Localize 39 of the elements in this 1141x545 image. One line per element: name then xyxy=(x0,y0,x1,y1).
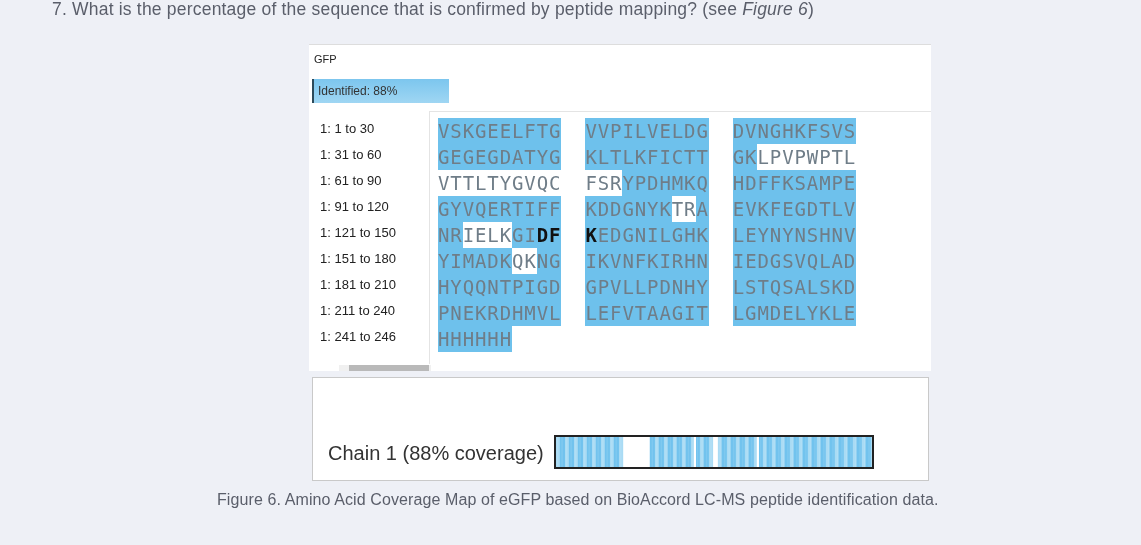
sequence-text: LSTQSALSKD xyxy=(732,274,857,300)
sequence-text: GPVLLPDNHY xyxy=(585,274,709,300)
sequence-text: NRIELKGI DF xyxy=(438,222,562,248)
sequence-text: PNEKRDHMVL xyxy=(438,300,562,326)
range-label: 1: 121 to 150 xyxy=(320,224,397,242)
range-label: 1: 61 to 90 xyxy=(320,172,383,190)
range-label: 1: 181 to 210 xyxy=(320,276,397,294)
figure-caption: Figure 6. Amino Acid Coverage Map of eGFP based on BioAccord LC-MS peptide identification data. xyxy=(217,491,940,509)
protein-name: GFP xyxy=(313,52,338,67)
sequence-text: LEFVTAAGIT xyxy=(585,300,709,326)
range-label: 1: 91 to 120 xyxy=(320,198,390,216)
range-label: 1: 1 to 30 xyxy=(320,120,376,138)
sequence-text: IEDGSVQLAD xyxy=(732,248,857,274)
sequence-text: LEYNYNSHNV xyxy=(732,222,857,248)
sequence-text: DVNGHKFSVS xyxy=(732,118,857,144)
sequence-text: LGMDELYKLE xyxy=(732,300,857,326)
sequence-text: YIMADKQKNG xyxy=(438,248,562,274)
sequence-text: HHHHHH xyxy=(438,326,513,352)
scrollbar[interactable] xyxy=(339,365,431,371)
chain-label: Chain 1 (88% coverage) xyxy=(328,442,544,465)
sequence-text: GEGEGDATYG xyxy=(438,144,562,170)
range-label: 1: 151 to 180 xyxy=(320,250,397,268)
sequence-text: GYVQERTIFF xyxy=(438,196,562,222)
sequence-text: FSRYPDHMKQ xyxy=(585,170,709,196)
sequence-text: VSKGEELFTG xyxy=(438,118,562,144)
sequence-text: IKVNFKIRHN xyxy=(585,248,709,274)
question-text: 7. What is the percentage of the sequence that is confirmed by peptide mapping? (see Figure 6) xyxy=(51,0,816,21)
sequence-text: HDFFKSAMPE xyxy=(732,170,857,196)
identified-item[interactable]: Identified: 88% xyxy=(312,79,449,103)
sequence-text: HYQQNTPIGD xyxy=(438,274,562,300)
sequence-text: GKLPVPWPTL xyxy=(732,144,857,170)
range-label: 1: 211 to 240 xyxy=(320,302,396,320)
sequence-text: KEDGNILGHK xyxy=(585,222,709,248)
sequence-text: VTTLTYGVQC xyxy=(438,171,562,196)
range-label: 1: 31 to 60 xyxy=(320,146,383,164)
range-label: 1: 241 to 246 xyxy=(320,328,397,346)
sequence-text: KLTLKFICTT xyxy=(585,144,709,170)
sequence-text: VVPILVELDG xyxy=(585,118,709,144)
sequence-text: EVKFEGDTLV xyxy=(732,196,857,222)
